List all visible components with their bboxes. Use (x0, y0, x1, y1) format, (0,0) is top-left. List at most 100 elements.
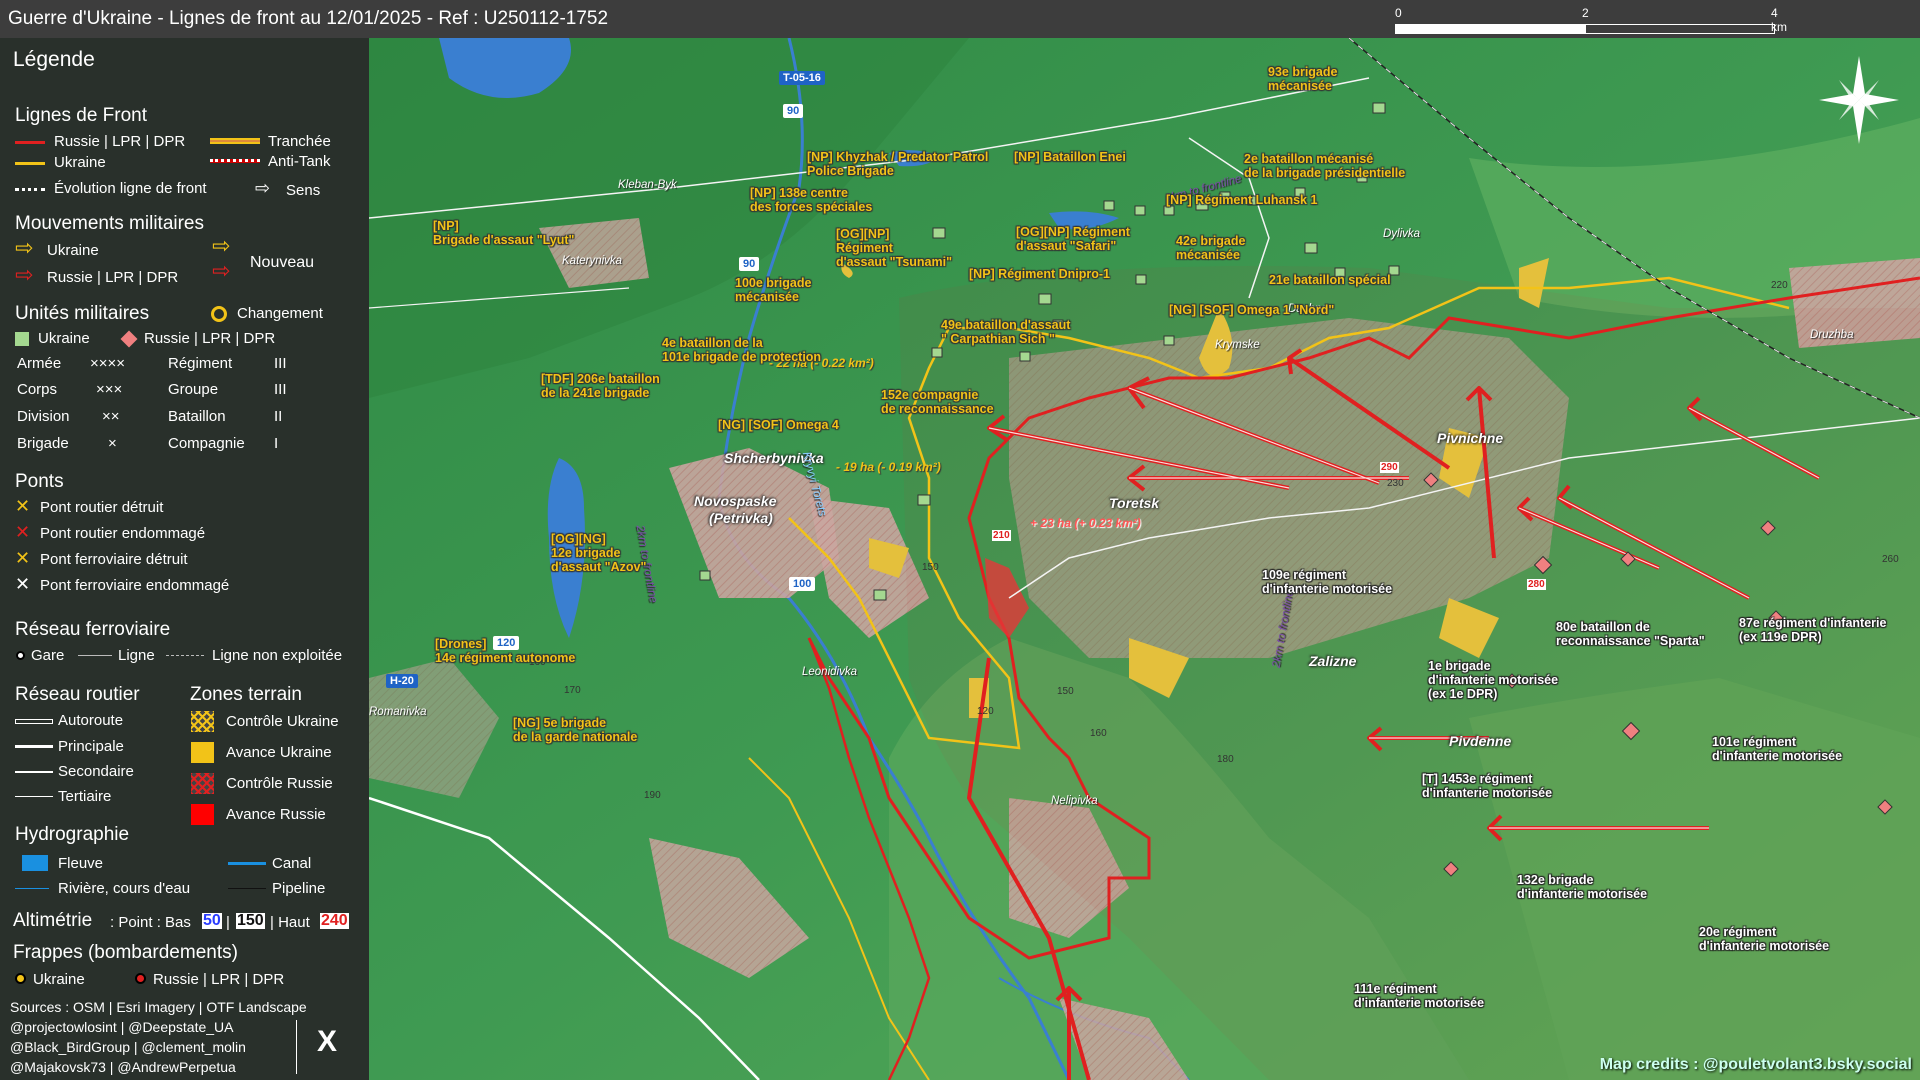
legend-bridges-heading: Ponts (15, 471, 64, 492)
legend-strikes-ukraine: Ukraine (33, 971, 85, 988)
unit-ua-152[interactable]: 152e compagnie de reconnaissance (881, 388, 994, 416)
town-romanivka: Romanivka (369, 706, 427, 718)
legend-alt-sep2: | Haut (270, 914, 310, 931)
unit-ua-5e-ng[interactable]: [NG] 5e brigade de la garde nationale (513, 716, 637, 744)
unit-ua-2e-bataillon[interactable]: 2e bataillon mécanisé de la brigade prési… (1244, 152, 1405, 180)
map-credits: Map credits : @pouletvolant3.bsky.social (1599, 1056, 1912, 1073)
legend-unit-row-1-as: ××× (96, 381, 123, 398)
map-canvas[interactable]: T-05-16 H-20 90 90 100 120 Shcherbynivka… (369, 38, 1920, 1080)
alt-260: 260 (1882, 554, 1899, 565)
legend-unit-row-0-bs: III (274, 355, 287, 372)
legend-hydro-canal: Canal (272, 855, 312, 872)
legend-moves-russia: Russie | LPR | DPR (47, 269, 179, 286)
area-change-2: - 19 ha (- 0.19 km²) (836, 460, 941, 474)
unit-ua-omega1[interactable]: [NG] [SOF] Omega 1 "Nord" (1169, 303, 1334, 317)
scale-label-0: 0 (1395, 6, 1402, 20)
unit-ua-drones[interactable]: [Drones] 14e régiment autonome (435, 637, 575, 665)
unit-ua-138[interactable]: [NP] 138e centre des forces spéciales (750, 186, 872, 214)
legend-unit-row-1-a: Corps (17, 381, 58, 398)
town-krymske: Krymske (1215, 339, 1260, 351)
legend-roads-heading: Réseau routier (15, 684, 140, 705)
unit-ua-100[interactable]: 100e brigade mécanisée (735, 276, 811, 304)
unit-ru-111[interactable]: 111e régiment d'infanterie motorisée (1354, 982, 1484, 1010)
unit-ru-80[interactable]: 80e bataillon de reconnaissance "Sparta" (1556, 620, 1705, 648)
unit-ua-49[interactable]: 49e bataillon d'assaut " Carpathian Sich … (941, 318, 1070, 346)
legend-direction-arrow-icon: ⇨ (255, 178, 271, 198)
unit-ua-4e[interactable]: 4e bataillon de la 101e brigade de protec… (662, 336, 821, 364)
legend-unit-row-0-b: Régiment (168, 355, 233, 372)
legend-zone-ukraine-advance-swatch (191, 742, 214, 763)
unit-ua-21[interactable]: 21e bataillon spécial (1269, 273, 1391, 287)
legend-station-icon (16, 651, 25, 660)
unit-ru-109[interactable]: 109e régiment d'infanterie motorisée (1262, 568, 1392, 596)
legend-unit-row-3-a: Brigade (17, 435, 69, 452)
legend-stream-swatch (15, 888, 49, 889)
legend-front-ukraine: Ukraine (54, 154, 106, 171)
legend-front-antitank: Anti-Tank (268, 153, 331, 170)
unit-ru-101[interactable]: 101e régiment d'infanterie motorisée (1712, 735, 1842, 763)
legend-road-0: Autoroute (58, 712, 124, 729)
unit-ua-93[interactable]: 93e brigade mécanisée (1268, 65, 1337, 93)
unit-ua-luhansk[interactable]: [NP] Régiment Luhansk 1 (1166, 193, 1317, 207)
legend-title: Légende (13, 48, 95, 71)
town-leonidivka: Leonidivka (802, 666, 857, 678)
legend-strikes-russia: Russie | LPR | DPR (153, 971, 285, 988)
legend-russia-line-swatch (15, 141, 45, 144)
unit-ru-20[interactable]: 20e régiment d'infanterie motorisée (1699, 925, 1829, 953)
legend-alt-high: 240 (320, 912, 349, 929)
legend-new-russia-arrow-icon: ⇨ (212, 258, 231, 283)
legend-front-russia: Russie | LPR | DPR (54, 133, 186, 150)
town-pivnichne: Pivnichne (1437, 430, 1504, 446)
legend-strikes-heading: Frappes (bombardements) (13, 942, 238, 963)
road-shield-t0516: T-05-16 (779, 71, 825, 85)
legend-unit-row-1-bs: III (274, 381, 287, 398)
unit-ua-omega4[interactable]: [NG] [SOF] Omega 4 (718, 418, 839, 432)
unit-ru-1e[interactable]: 1e brigade d'infanterie motorisée (ex 1e D… (1428, 659, 1558, 701)
legend-evolution-swatch (15, 188, 45, 191)
unit-ua-dnipro[interactable]: [NP] Régiment Dnipro-1 (969, 267, 1110, 281)
legend-hydro-stream: Rivière, cours d'eau (58, 880, 191, 897)
town-kleban-byk: Kleban-Byk (618, 179, 677, 191)
legend-unit-row-0-a: Armée (17, 355, 62, 372)
legend-rail-line-swatch (78, 655, 112, 656)
legend-zone-ukraine-control-swatch (191, 711, 214, 732)
unit-ua-lyut[interactable]: [NP] Brigade d'assaut "Lyut" (433, 219, 574, 247)
legend-road-2: Secondaire (58, 763, 134, 780)
scale-label-2: 2 (1582, 6, 1589, 20)
unit-ru-1453[interactable]: [T] 1453e régiment d'infanterie motorisée (1422, 772, 1552, 800)
alt-180b: 180 (1217, 754, 1234, 765)
alt-230: 230 (1387, 478, 1404, 489)
unit-ua-safari[interactable]: [OG][NP] Régiment d'assaut "Safari" (1016, 225, 1130, 253)
legend-unit-row-2-as: ×× (102, 408, 120, 425)
unit-ru-87[interactable]: 87e régiment d'infanterie (ex 119e DPR) (1739, 616, 1886, 644)
legend-rail-bridge-damaged-icon: ✕ (15, 574, 31, 594)
legend-new-ukraine-arrow-icon: ⇨ (212, 233, 231, 258)
unit-ua-42[interactable]: 42e brigade mécanisée (1176, 234, 1245, 262)
scale-bar: 0 2 4 km (1395, 4, 1787, 36)
legend-road-bridge-destroyed-icon: ✕ (15, 496, 31, 516)
town-novospaske: Novospaske (694, 493, 777, 509)
legend-unit-row-3-bs: I (274, 435, 279, 452)
legend-front-direction: Sens (286, 182, 321, 199)
alt-150b: 150 (1057, 686, 1074, 697)
unit-ua-azov[interactable]: [OG][NG] 12e brigade d'assaut "Azov" (551, 532, 646, 574)
legend-source-2: @Black_BirdGroup | @clement_molin (10, 1039, 246, 1055)
legend-hydro-river: Fleuve (58, 855, 104, 872)
legend-ukraine-line-swatch (15, 162, 45, 165)
unit-ua-enei[interactable]: [NP] Bataillon Enei (1014, 150, 1126, 164)
x-logo-icon[interactable]: X (317, 1025, 337, 1059)
legend-source-3: @Majakovsk73 | @AndrewPerpetua (10, 1059, 236, 1075)
legend-front-heading: Lignes de Front (15, 105, 148, 126)
alt-150a: 150 (922, 562, 939, 573)
legend-moves-heading: Mouvements militaires (15, 213, 204, 234)
unit-ua-khyzhak[interactable]: [NP] Khyzhak / Predator Patrol Police Bri… (807, 150, 988, 178)
unit-ua-tsunami[interactable]: [OG][NP] Régiment d'assaut "Tsunami" (836, 227, 952, 269)
legend-road-1: Principale (58, 738, 124, 755)
legend-main-road-swatch (15, 745, 53, 748)
unit-ru-132[interactable]: 132e brigade d'infanterie motorisée (1517, 873, 1647, 901)
town-druzhba: Druzhba (1810, 329, 1854, 341)
road-shield-h20: H-20 (386, 674, 418, 688)
legend-bridge-3: Pont ferroviaire endommagé (40, 577, 230, 594)
town-zalizne: Zalizne (1309, 653, 1357, 669)
unit-ua-206[interactable]: [TDF] 206e bataillon de la 241e brigade (541, 372, 660, 400)
